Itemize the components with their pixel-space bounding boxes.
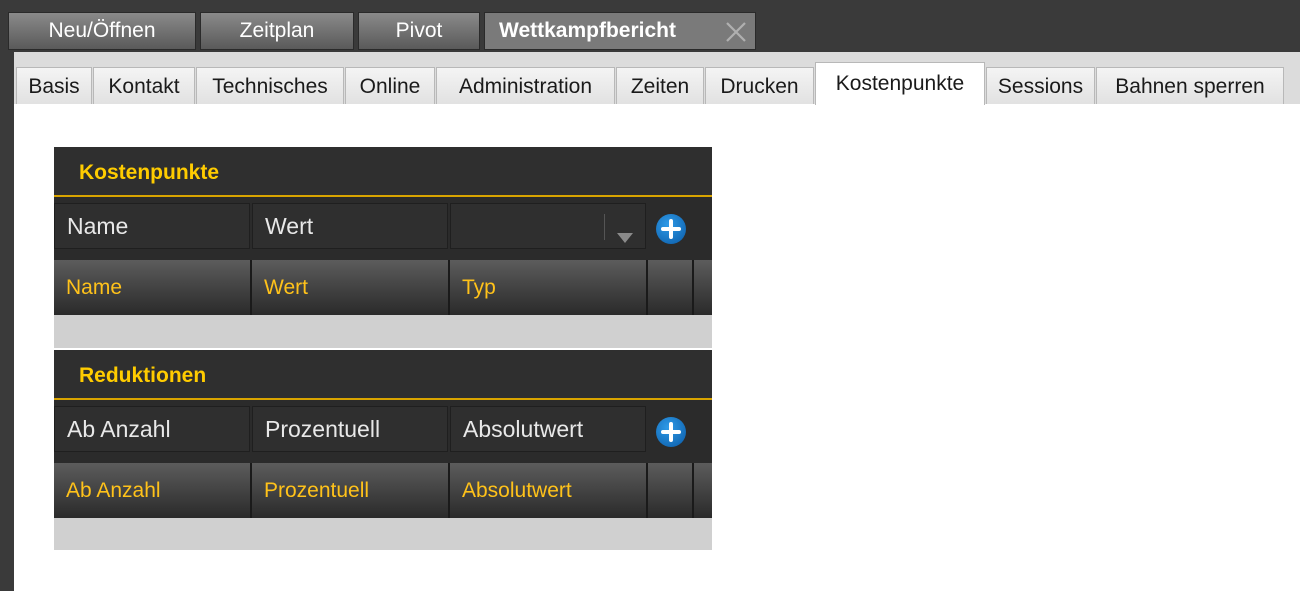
tab-zeiten[interactable]: Zeiten (616, 67, 704, 105)
wert-input[interactable]: Wert (252, 203, 448, 249)
column-header-extra (694, 260, 712, 315)
chevron-down-icon[interactable] (617, 222, 633, 249)
plus-icon (661, 422, 681, 442)
doc-tab-wettkampfbericht[interactable]: Wettkampfbericht (484, 12, 756, 50)
reduktionen-panel: Reduktionen Ab Anzahl Prozentuell Absolu… (54, 350, 712, 550)
tab-label: Drucken (720, 74, 799, 98)
panel-title: Reduktionen (79, 364, 207, 387)
tab-label: Online (359, 74, 421, 98)
panel-header: Reduktionen (54, 350, 712, 400)
column-header-ab-anzahl[interactable]: Ab Anzahl (54, 463, 252, 518)
reduktionen-grid-body (54, 518, 712, 550)
close-icon[interactable] (723, 19, 749, 45)
tab-label: Basis (28, 74, 80, 98)
add-reduktion-button[interactable] (656, 417, 686, 447)
column-header-extra (694, 463, 712, 518)
tab-kontakt[interactable]: Kontakt (93, 67, 195, 105)
tab-label: Technisches (212, 74, 328, 98)
name-input[interactable]: Name (54, 203, 250, 249)
column-header-typ[interactable]: Typ (450, 260, 648, 315)
tab-bahnen-sperren[interactable]: Bahnen sperren (1096, 67, 1284, 105)
tab-label: Kontakt (108, 74, 180, 98)
column-header-absolutwert[interactable]: Absolutwert (450, 463, 648, 518)
doc-tab-label: Neu/Öffnen (48, 19, 156, 42)
doc-tab-label: Zeitplan (239, 19, 315, 42)
tab-label: Bahnen sperren (1115, 74, 1265, 98)
tab-label: Zeiten (630, 74, 690, 98)
kostenpunkte-panel: Kostenpunkte Name Wert Name Wert Typ (54, 147, 712, 348)
doc-tab-zeitplan[interactable]: Zeitplan (200, 12, 354, 50)
panel-header: Kostenpunkte (54, 147, 712, 197)
dropdown-separator (604, 214, 605, 240)
doc-tab-label: Pivot (395, 19, 443, 42)
tab-technisches[interactable]: Technisches (196, 67, 344, 105)
panel-title: Kostenpunkte (79, 161, 220, 184)
tab-label: Administration (458, 74, 593, 98)
absolutwert-input[interactable]: Absolutwert (450, 406, 646, 452)
kostenpunkte-grid-header: Name Wert Typ (54, 260, 712, 315)
prozentuell-input[interactable]: Prozentuell (252, 406, 448, 452)
ab-anzahl-input[interactable]: Ab Anzahl (54, 406, 250, 452)
reduktionen-grid-header: Ab Anzahl Prozentuell Absolutwert (54, 463, 712, 518)
window-left-edge (0, 52, 14, 591)
reduktionen-input-row: Ab Anzahl Prozentuell Absolutwert (54, 400, 712, 463)
column-header-wert[interactable]: Wert (252, 260, 450, 315)
tab-sessions[interactable]: Sessions (986, 67, 1095, 105)
column-header-action (648, 260, 694, 315)
tab-label: Kostenpunkte (835, 72, 965, 95)
doc-tab-label: Wettkampfbericht (499, 19, 676, 42)
column-header-action (648, 463, 694, 518)
tab-basis[interactable]: Basis (16, 67, 92, 105)
tab-online[interactable]: Online (345, 67, 435, 105)
tab-drucken[interactable]: Drucken (705, 67, 814, 105)
kostenpunkte-grid-body (54, 315, 712, 348)
typ-dropdown[interactable] (450, 203, 646, 249)
tab-label: Sessions (997, 74, 1084, 98)
doc-tab-neu-oeffnen[interactable]: Neu/Öffnen (8, 12, 196, 50)
column-header-name[interactable]: Name (54, 260, 252, 315)
plus-icon (661, 219, 681, 239)
add-kostenpunkt-button[interactable] (656, 214, 686, 244)
document-tab-bar: Neu/Öffnen Zeitplan Pivot Wettkampfberic… (0, 0, 1300, 52)
tab-administration[interactable]: Administration (436, 67, 615, 105)
doc-tab-pivot[interactable]: Pivot (358, 12, 480, 50)
kostenpunkte-input-row: Name Wert (54, 197, 712, 260)
column-header-prozentuell[interactable]: Prozentuell (252, 463, 450, 518)
tab-kostenpunkte[interactable]: Kostenpunkte (815, 62, 985, 105)
